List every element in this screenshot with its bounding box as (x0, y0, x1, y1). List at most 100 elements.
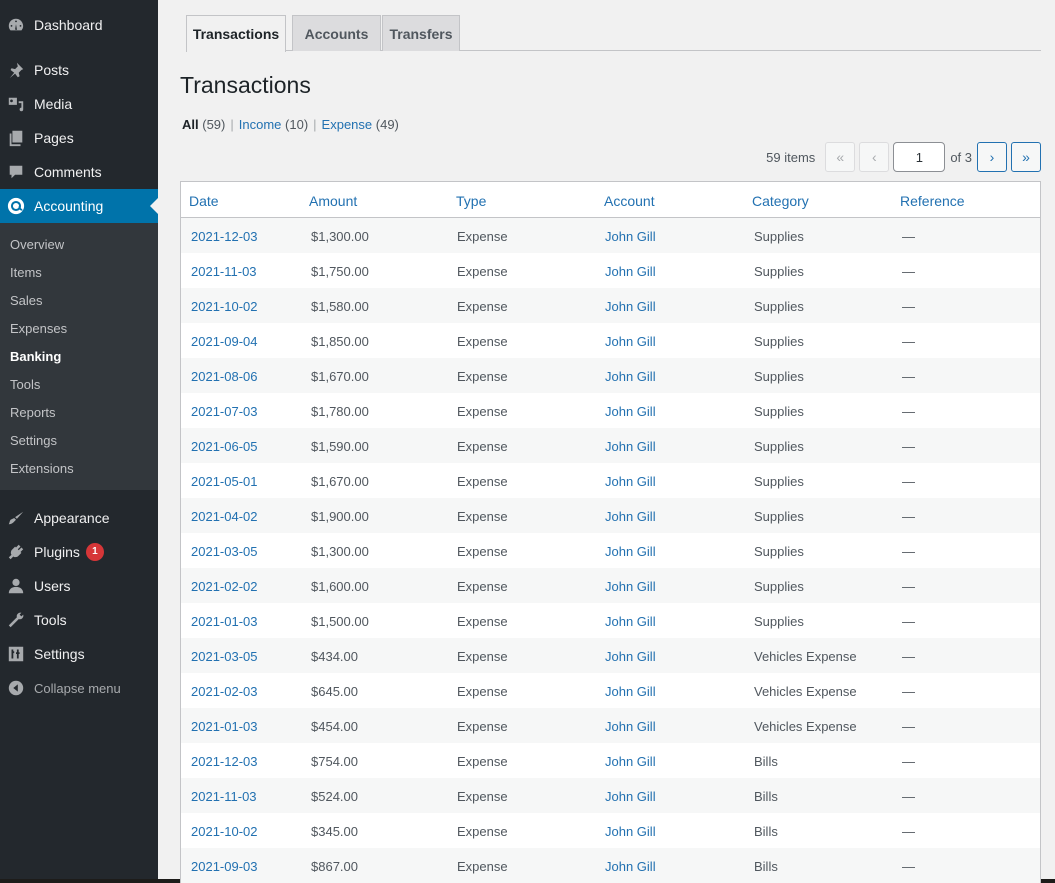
menu-item-users[interactable]: Users (0, 569, 158, 603)
type-cell: Expense (457, 789, 508, 804)
current-page-input[interactable] (893, 142, 946, 172)
date-link[interactable]: 2021-09-03 (191, 859, 258, 874)
tab-accounts[interactable]: Accounts (292, 15, 381, 51)
date-link[interactable]: 2021-03-05 (191, 544, 258, 559)
date-link[interactable]: 2021-04-02 (191, 509, 258, 524)
account-link[interactable]: John Gill (605, 264, 656, 279)
reference-cell: — (902, 509, 915, 524)
type-filter-links: All (59) | Income (10) | Expense (49) (182, 117, 399, 132)
date-link[interactable]: 2021-12-03 (191, 229, 258, 244)
tab-transactions[interactable]: Transactions (186, 15, 286, 52)
table-body: 2021-12-03 $1,300.00 Expense John Gill Suppl… (181, 218, 1040, 883)
account-link[interactable]: John Gill (605, 229, 656, 244)
collapse-menu-button[interactable]: Collapse menu (0, 671, 158, 705)
date-link[interactable]: 2021-10-02 (191, 824, 258, 839)
table-row: 2021-10-02 $1,580.00 Expense John Gill Suppl… (181, 288, 1040, 323)
menu-item-posts[interactable]: Posts (0, 53, 158, 87)
menu-label: Pages (34, 130, 74, 146)
column-header-category[interactable]: Category (752, 193, 809, 209)
date-link[interactable]: 2021-01-03 (191, 719, 258, 734)
menu-item-dashboard[interactable]: Dashboard (0, 8, 158, 42)
update-count-badge: 1 (85, 543, 104, 561)
account-link[interactable]: John Gill (605, 649, 656, 664)
filter-income[interactable]: Income (10) (239, 117, 308, 132)
filter-expense[interactable]: Expense (49) (322, 117, 399, 132)
reference-cell: — (902, 859, 915, 874)
menu-item-appearance[interactable]: Appearance (0, 501, 158, 535)
submenu-item-sales[interactable]: Sales (10, 293, 43, 308)
account-link[interactable]: John Gill (605, 614, 656, 629)
account-link[interactable]: John Gill (605, 509, 656, 524)
menu-item-plugins[interactable]: Plugins 1 (0, 535, 158, 569)
account-link[interactable]: John Gill (605, 439, 656, 454)
submenu-item-settings[interactable]: Settings (10, 433, 57, 448)
pages-icon (6, 128, 26, 148)
date-link[interactable]: 2021-09-04 (191, 334, 258, 349)
account-link[interactable]: John Gill (605, 474, 656, 489)
date-link[interactable]: 2021-11-03 (191, 264, 257, 279)
submenu-item-items[interactable]: Items (10, 265, 42, 280)
date-link[interactable]: 2021-03-05 (191, 649, 258, 664)
column-header-date[interactable]: Date (189, 193, 219, 209)
filter-expense-label: Expense (321, 117, 373, 132)
next-page-button[interactable]: › (977, 142, 1007, 172)
submenu-item-reports[interactable]: Reports (10, 405, 56, 420)
date-link[interactable]: 2021-06-05 (191, 439, 258, 454)
filter-all[interactable]: All (59) (182, 117, 225, 132)
account-link[interactable]: John Gill (605, 824, 656, 839)
transactions-table: Date Amount Type Account Category Refere… (180, 181, 1041, 883)
column-header-amount[interactable]: Amount (309, 193, 357, 209)
reference-cell: — (902, 579, 915, 594)
menu-item-settings[interactable]: Settings (0, 637, 158, 671)
menu-label: Appearance (34, 510, 110, 526)
accounting-submenu: Overview Items Sales Expenses Banking To… (0, 223, 158, 490)
submenu-item-overview[interactable]: Overview (10, 237, 64, 252)
reference-cell: — (902, 439, 915, 454)
date-link[interactable]: 2021-07-03 (191, 404, 258, 419)
type-cell: Expense (457, 579, 508, 594)
date-link[interactable]: 2021-02-02 (191, 579, 258, 594)
date-link[interactable]: 2021-10-02 (191, 299, 258, 314)
account-link[interactable]: John Gill (605, 404, 656, 419)
account-link[interactable]: John Gill (605, 579, 656, 594)
menu-item-media[interactable]: Media (0, 87, 158, 121)
menu-item-pages[interactable]: Pages (0, 121, 158, 155)
last-page-button[interactable]: » (1011, 142, 1041, 172)
table-row: 2021-08-06 $1,670.00 Expense John Gill Suppl… (181, 358, 1040, 393)
type-cell: Expense (457, 859, 508, 874)
submenu-item-extensions[interactable]: Extensions (10, 461, 74, 476)
account-link[interactable]: John Gill (605, 859, 656, 874)
menu-label: Tools (34, 612, 67, 628)
submenu-item-tools[interactable]: Tools (10, 377, 40, 392)
date-link[interactable]: 2021-05-01 (191, 474, 258, 489)
account-link[interactable]: John Gill (605, 789, 656, 804)
table-row: 2021-02-03 $645.00 Expense John Gill Vehicle… (181, 673, 1040, 708)
amount-cell: $1,780.00 (311, 404, 369, 419)
menu-item-accounting[interactable]: Accounting (0, 189, 158, 223)
account-link[interactable]: John Gill (605, 334, 656, 349)
menu-item-comments[interactable]: Comments (0, 155, 158, 189)
page-title: Transactions (180, 72, 311, 98)
account-link[interactable]: John Gill (605, 369, 656, 384)
submenu-item-banking[interactable]: Banking (10, 349, 61, 364)
account-link[interactable]: John Gill (605, 684, 656, 699)
menu-item-tools[interactable]: Tools (0, 603, 158, 637)
account-link[interactable]: John Gill (605, 719, 656, 734)
account-link[interactable]: John Gill (605, 544, 656, 559)
column-header-type[interactable]: Type (456, 193, 486, 209)
table-row: 2021-04-02 $1,900.00 Expense John Gill Suppl… (181, 498, 1040, 533)
type-cell: Expense (457, 334, 508, 349)
date-link[interactable]: 2021-12-03 (191, 754, 258, 769)
tab-transfers[interactable]: Transfers (382, 15, 460, 51)
account-link[interactable]: John Gill (605, 754, 656, 769)
submenu-item-expenses[interactable]: Expenses (10, 321, 67, 336)
column-header-reference[interactable]: Reference (900, 193, 965, 209)
column-header-account[interactable]: Account (604, 193, 655, 209)
table-row: 2021-09-03 $867.00 Expense John Gill Bills — (181, 848, 1040, 883)
date-link[interactable]: 2021-08-06 (191, 369, 258, 384)
table-row: 2021-10-02 $345.00 Expense John Gill Bills — (181, 813, 1040, 848)
date-link[interactable]: 2021-01-03 (191, 614, 258, 629)
date-link[interactable]: 2021-02-03 (191, 684, 258, 699)
date-link[interactable]: 2021-11-03 (191, 789, 257, 804)
account-link[interactable]: John Gill (605, 299, 656, 314)
